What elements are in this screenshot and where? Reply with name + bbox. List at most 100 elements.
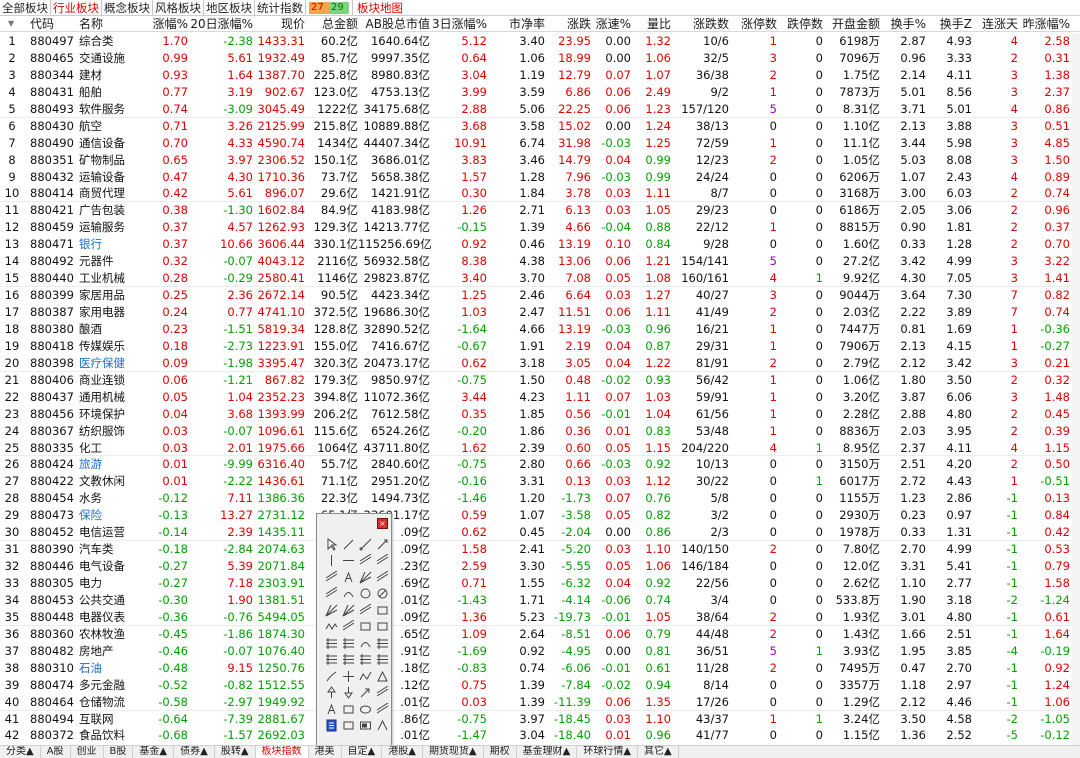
bottom-tab-8[interactable]: 港美: [309, 746, 342, 758]
bottom-tab-2[interactable]: 创业: [71, 746, 104, 758]
drawing-tool-palette[interactable]: ×: [316, 513, 392, 756]
table-row[interactable]: 40 880464 仓储物流 -0.58 -2.97 1949.92 0.03 1.39 -11…: [0, 694, 1080, 711]
fib-retracement-icon[interactable]: [323, 635, 340, 652]
arrow-line-icon[interactable]: [357, 602, 374, 619]
ellipse-icon[interactable]: [357, 701, 374, 718]
bottom-tab-0[interactable]: 分类▲: [0, 746, 41, 758]
bottom-tab-15[interactable]: 其它▲: [638, 746, 679, 758]
arc-icon[interactable]: [340, 586, 357, 603]
table-row[interactable]: 8 880351 矿物制品 0.65 3.97 2306.52 150.1亿 3686.01亿…: [0, 152, 1080, 169]
brush-icon[interactable]: [323, 668, 340, 685]
bottom-tab-1[interactable]: A股: [41, 746, 71, 758]
column-header-8[interactable]: 市净率: [488, 16, 545, 32]
table-row[interactable]: 16 880399 家居用品 0.25 2.36 2672.14 90.5亿 4423.34亿…: [0, 287, 1080, 304]
ray-icon[interactable]: [357, 536, 374, 553]
vertical-line-icon[interactable]: [323, 553, 340, 570]
bottom-tab-10[interactable]: 港股▲: [382, 746, 423, 758]
table-row[interactable]: 33 880305 电力 -0.27 7.18 2303.91 0.71 1.55 -6.32 0…: [0, 575, 1080, 592]
table-row[interactable]: 31 880390 汽车类 -0.18 -2.84 2074.63 1.58 2.41 -5.2…: [0, 541, 1080, 558]
screenshot-icon[interactable]: [357, 718, 374, 735]
rectangle-line-icon[interactable]: [374, 602, 391, 619]
table-row[interactable]: 4 880431 船舶 0.77 3.19 902.67 123.0亿 4753.13亿 3.9…: [0, 84, 1080, 101]
fan-lines-icon[interactable]: [357, 569, 374, 586]
channel-icon[interactable]: [374, 553, 391, 570]
column-header-11[interactable]: 量比: [632, 16, 671, 32]
column-header-19[interactable]: 昨涨幅%: [1020, 16, 1070, 32]
diagonal-arrow-icon[interactable]: [357, 685, 374, 702]
table-row[interactable]: 2 880465 交通设施 0.99 5.61 1932.49 85.7亿 9997.35亿 0…: [0, 50, 1080, 67]
vertical-scrollbar[interactable]: [1072, 33, 1080, 745]
down-arrow-icon[interactable]: [340, 685, 357, 702]
column-header-16[interactable]: 换手%: [880, 16, 926, 32]
no-entry-icon[interactable]: [374, 586, 391, 603]
angle-icon[interactable]: [374, 718, 391, 735]
speed-lines-icon[interactable]: [323, 602, 340, 619]
period-lines-icon[interactable]: [340, 652, 357, 669]
bottom-tab-9[interactable]: 自定▲: [342, 746, 383, 758]
table-row[interactable]: 29880473保险-0.1313.272731.1265.1亿23601.17…: [0, 507, 1080, 524]
table-row[interactable]: 7 880490 通信设备 0.70 4.33 4590.74 1434亿 44407.34亿…: [0, 135, 1080, 152]
polyline-icon[interactable]: [357, 668, 374, 685]
table-row[interactable]: 15 880440 工业机械 0.28 -0.29 2580.41 1146亿 29823.8…: [0, 270, 1080, 288]
table-row[interactable]: 24 880367 纺织服饰 0.03 -0.07 1096.61 115.6亿 6524.2…: [0, 423, 1080, 440]
column-header-10[interactable]: 涨速%: [592, 16, 631, 32]
select-arrow-icon[interactable]: [323, 536, 340, 553]
table-row[interactable]: 20 880398 医疗保健 0.09 -1.98 3395.47 320.3亿 20473.…: [0, 355, 1080, 372]
table-row[interactable]: 5 880493 软件服务 0.74 -3.09 3045.49 1222亿 34175.68…: [0, 101, 1080, 118]
trend-line-icon[interactable]: [323, 569, 340, 586]
table-row[interactable]: 32 880446 电气设备 -0.27 5.39 2071.84 2.59 3.30 -5.5…: [0, 558, 1080, 575]
circle-icon[interactable]: [357, 586, 374, 603]
column-header-13[interactable]: 涨停数: [730, 16, 777, 32]
gann-box-icon[interactable]: [374, 619, 391, 636]
column-header-9[interactable]: 涨跌: [545, 16, 591, 32]
tab-4[interactable]: 地区板块: [204, 0, 255, 15]
table-row[interactable]: 30 880452 电信运营 -0.14 2.39 1435.11 0.62 0.45 -2.0…: [0, 524, 1080, 542]
text-icon[interactable]: [323, 701, 340, 718]
cycle-lines-icon[interactable]: [323, 586, 340, 603]
column-header-18[interactable]: 连涨天: [974, 16, 1018, 32]
tab-1[interactable]: 行业板块: [51, 0, 102, 15]
column-header-5[interactable]: 总金额: [305, 16, 358, 32]
column-header-6[interactable]: AB股总市值: [358, 16, 430, 32]
bottom-tab-6[interactable]: 股转▲: [215, 746, 256, 758]
parallel-grid-icon[interactable]: [374, 652, 391, 669]
box-icon[interactable]: [340, 718, 357, 735]
rectangle-icon[interactable]: [340, 701, 357, 718]
bottom-tab-4[interactable]: 基金▲: [133, 746, 175, 758]
table-row[interactable]: 39 880474 多元金融 -0.52 -0.82 1512.55 0.75 1.39 -7.…: [0, 677, 1080, 694]
column-header-4[interactable]: 现价: [255, 16, 305, 32]
table-row[interactable]: 23 880456 环境保护 0.04 3.68 1393.99 206.2亿 7612.58…: [0, 406, 1080, 423]
table-row[interactable]: 19 880418 传媒娱乐 0.18 -2.73 1223.91 155.0亿 7416.6…: [0, 338, 1080, 355]
sector-map-tab[interactable]: 板块地图: [353, 0, 405, 15]
bottom-tab-3[interactable]: B股: [104, 746, 134, 758]
line-icon[interactable]: [340, 536, 357, 553]
table-row[interactable]: 42 880372 食品饮料 -0.68 -1.57 2692.03 -1.47 3.04 -1…: [0, 727, 1080, 744]
column-header-2[interactable]: 涨幅%: [126, 16, 188, 32]
bottom-tab-7[interactable]: 板块指数: [255, 746, 309, 758]
regression-icon[interactable]: [340, 619, 357, 636]
cycle-grid-icon[interactable]: [323, 652, 340, 669]
table-row[interactable]: 41 880494 互联网 -0.64 -7.39 2881.67 -0.75 3.97 -18…: [0, 711, 1080, 728]
sort-toggle-icon[interactable]: ▼: [8, 16, 14, 32]
rising-lines-icon[interactable]: [374, 569, 391, 586]
table-row[interactable]: 37 880482 房地产 -0.46 -0.07 1076.40 -1.69 0.92 -4.…: [0, 643, 1080, 660]
up-arrow-icon[interactable]: [323, 685, 340, 702]
table-row[interactable]: 13 880471 银行 0.37 10.66 3606.44 330.1亿 115256.6…: [0, 236, 1080, 253]
tab-0[interactable]: 全部板块: [0, 0, 51, 15]
table-row[interactable]: 18 880380 酿酒 0.23 -1.51 5819.34 128.8亿 32890.52…: [0, 321, 1080, 338]
table-row[interactable]: 28 880454 水务 -0.12 7.11 1386.36 22.3亿 1494.73亿 -…: [0, 490, 1080, 507]
table-row[interactable]: 10 880414 商贸代理 0.42 5.61 896.07 29.6亿 1421.91亿 0…: [0, 185, 1080, 203]
fib-time-icon[interactable]: [374, 635, 391, 652]
column-header-7[interactable]: 3日涨幅%: [430, 16, 487, 32]
table-row[interactable]: 3 880344 建材 0.93 1.64 1387.70 225.8亿 8980.83亿 3.…: [0, 67, 1080, 84]
column-header-0[interactable]: 代码: [30, 16, 78, 32]
price-label-icon[interactable]: [374, 685, 391, 702]
tab-2[interactable]: 概念板块: [102, 0, 153, 15]
gann-fan-icon[interactable]: [340, 602, 357, 619]
table-row[interactable]: 26 880424 旅游 0.01 -9.99 6316.40 55.7亿 2840.60亿 -…: [0, 456, 1080, 473]
horizontal-line-icon[interactable]: [340, 553, 357, 570]
fib-fan-icon[interactable]: [340, 635, 357, 652]
bar-lines-icon[interactable]: [357, 652, 374, 669]
table-row[interactable]: 25 880335 化工 0.03 2.01 1975.66 1064亿 43711.80亿 1…: [0, 440, 1080, 457]
bottom-tab-12[interactable]: 期权: [484, 746, 517, 758]
